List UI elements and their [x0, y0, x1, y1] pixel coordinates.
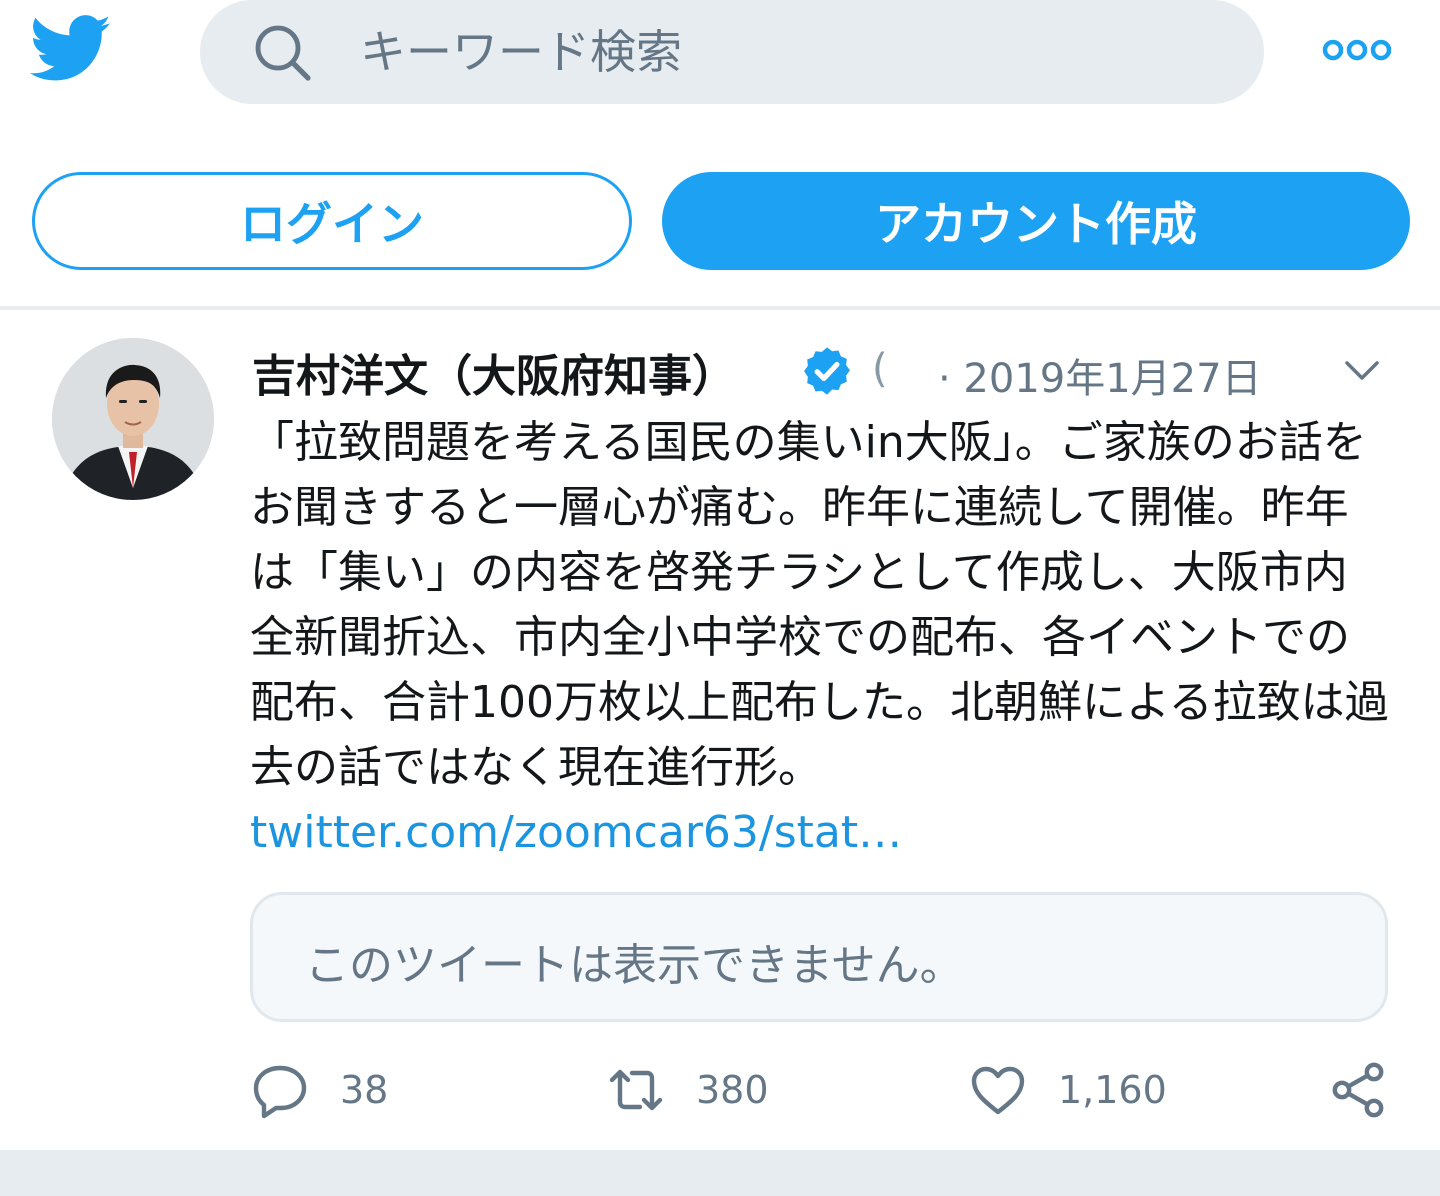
bottom-separator	[0, 1150, 1440, 1196]
tweet-body: 「拉致問題を考える国民の集いin大阪」。ご家族のお話をお聞きすると一層心が痛む。…	[250, 410, 1390, 865]
chevron-down-icon[interactable]	[1342, 354, 1382, 386]
quoted-tweet-unavailable: このツイートは表示できません。	[250, 892, 1388, 1022]
signup-button[interactable]: アカウント作成	[662, 172, 1410, 270]
author-name[interactable]: 吉村洋文（大阪府知事）	[252, 340, 736, 404]
retweet-button[interactable]: 380	[606, 1050, 769, 1130]
share-icon	[1332, 1062, 1384, 1118]
reply-count: 38	[340, 1068, 389, 1112]
author-avatar[interactable]	[52, 338, 214, 500]
reply-button[interactable]: 38	[250, 1050, 388, 1130]
heart-icon	[971, 1066, 1025, 1115]
author-handle[interactable]: (	[872, 346, 888, 392]
reply-icon	[253, 1065, 307, 1119]
login-button[interactable]: ログイン	[32, 172, 632, 270]
share-button[interactable]	[1328, 1050, 1388, 1130]
search-bar[interactable]	[200, 0, 1264, 104]
tweet-link[interactable]: twitter.com/zoomcar63/stat…	[250, 807, 902, 858]
twitter-bird-icon[interactable]	[30, 14, 112, 84]
tweet-date[interactable]: · 2019年1月27日	[938, 346, 1262, 404]
like-count: 1,160	[1058, 1068, 1167, 1112]
retweet-icon	[609, 1069, 663, 1111]
search-icon	[255, 25, 311, 81]
top-bar	[0, 0, 1440, 120]
section-divider	[0, 306, 1440, 310]
search-input[interactable]	[360, 18, 1220, 86]
tweet-text: 「拉致問題を考える国民の集いin大阪」。ご家族のお話をお聞きすると一層心が痛む。…	[250, 417, 1389, 793]
avatar-photo	[52, 338, 214, 500]
verified-badge-icon	[804, 347, 850, 395]
retweet-count: 380	[696, 1068, 769, 1112]
like-button[interactable]: 1,160	[968, 1050, 1167, 1130]
tweet-header: 吉村洋文（大阪府知事） ( · 2019年1月27日	[248, 338, 1418, 402]
tweet-actions: 38 380 1,160	[0, 1050, 1440, 1130]
more-dots-icon[interactable]	[1322, 36, 1392, 64]
quoted-tweet-message: このツイートは表示できません。	[305, 940, 964, 991]
